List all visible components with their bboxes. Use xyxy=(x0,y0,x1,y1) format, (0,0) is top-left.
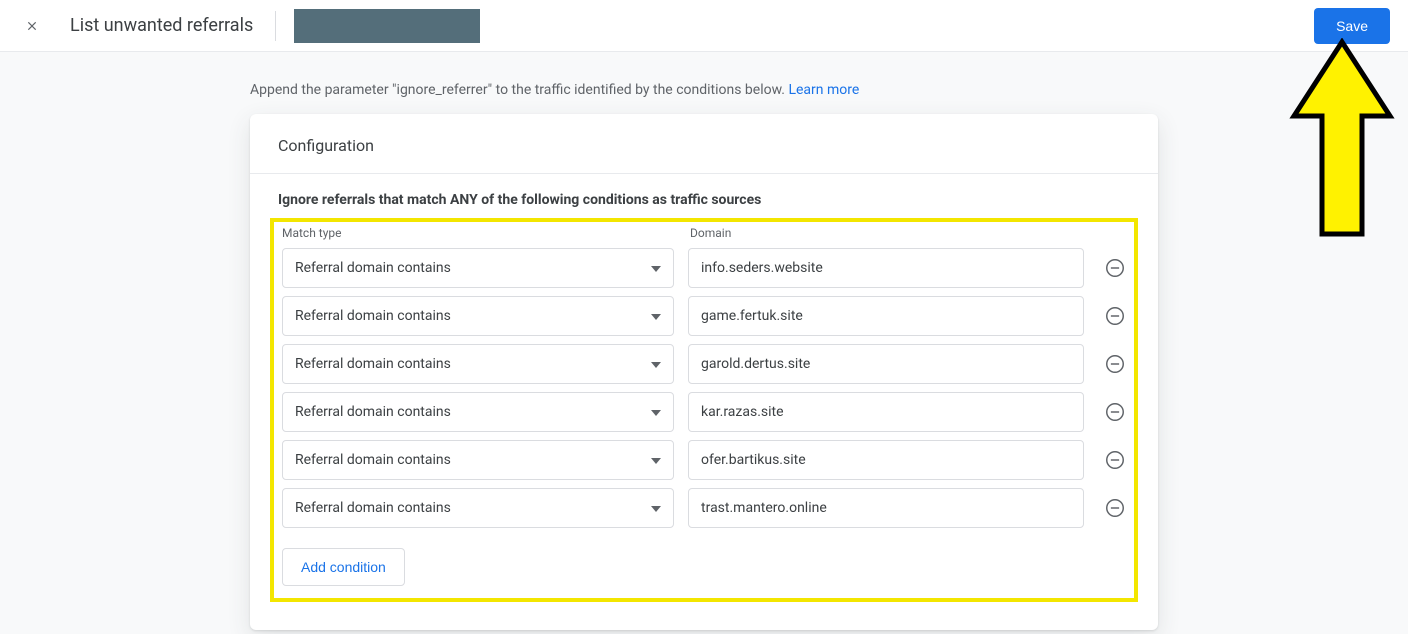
context-badge xyxy=(294,9,480,43)
match-type-select[interactable]: Referral domain contains xyxy=(282,248,674,288)
remove-condition-button[interactable] xyxy=(1104,305,1126,327)
remove-circle-icon xyxy=(1104,449,1126,471)
condition-row: Referral domain contains xyxy=(278,244,1130,292)
domain-input[interactable] xyxy=(688,392,1084,432)
remove-circle-icon xyxy=(1104,257,1126,279)
divider xyxy=(275,11,276,41)
remove-circle-icon xyxy=(1104,305,1126,327)
condition-row: Referral domain contains xyxy=(278,292,1130,340)
intro-body: Append the parameter "ignore_referrer" t… xyxy=(250,82,788,98)
chevron-down-icon xyxy=(651,356,661,372)
chevron-down-icon xyxy=(651,260,661,276)
column-match-type: Match type xyxy=(282,226,676,240)
remove-circle-icon xyxy=(1104,353,1126,375)
match-type-value: Referral domain contains xyxy=(295,308,451,324)
domain-input[interactable] xyxy=(688,344,1084,384)
match-type-select[interactable]: Referral domain contains xyxy=(282,392,674,432)
column-domain: Domain xyxy=(690,226,1088,240)
config-card: Configuration Ignore referrals that matc… xyxy=(250,114,1158,630)
chevron-down-icon xyxy=(651,308,661,324)
remove-condition-button[interactable] xyxy=(1104,497,1126,519)
condition-row: Referral domain contains xyxy=(278,436,1130,484)
intro-text: Append the parameter "ignore_referrer" t… xyxy=(250,52,1158,114)
add-condition-button[interactable]: Add condition xyxy=(282,548,405,586)
match-type-value: Referral domain contains xyxy=(295,260,451,276)
close-button[interactable] xyxy=(18,12,46,40)
card-heading: Configuration xyxy=(250,114,1158,174)
domain-input[interactable] xyxy=(688,296,1084,336)
save-button[interactable]: Save xyxy=(1314,8,1390,44)
domain-input[interactable] xyxy=(688,440,1084,480)
remove-condition-button[interactable] xyxy=(1104,401,1126,423)
conditions-highlight: Match type Domain Referral domain contai… xyxy=(270,218,1138,602)
condition-row: Referral domain contains xyxy=(278,388,1130,436)
domain-input[interactable] xyxy=(688,488,1084,528)
match-type-select[interactable]: Referral domain contains xyxy=(282,296,674,336)
remove-condition-button[interactable] xyxy=(1104,257,1126,279)
domain-input[interactable] xyxy=(688,248,1084,288)
page-title: List unwanted referrals xyxy=(70,15,253,36)
match-type-value: Referral domain contains xyxy=(295,452,451,468)
match-type-select[interactable]: Referral domain contains xyxy=(282,344,674,384)
condition-row: Referral domain contains xyxy=(278,340,1130,388)
chevron-down-icon xyxy=(651,500,661,516)
learn-more-link[interactable]: Learn more xyxy=(788,82,859,98)
match-type-select[interactable]: Referral domain contains xyxy=(282,440,674,480)
section-label: Ignore referrals that match ANY of the f… xyxy=(250,174,1158,208)
match-type-value: Referral domain contains xyxy=(295,500,451,516)
remove-condition-button[interactable] xyxy=(1104,353,1126,375)
workarea: Append the parameter "ignore_referrer" t… xyxy=(0,52,1408,634)
close-icon xyxy=(25,19,39,33)
match-type-value: Referral domain contains xyxy=(295,356,451,372)
chevron-down-icon xyxy=(651,452,661,468)
match-type-select[interactable]: Referral domain contains xyxy=(282,488,674,528)
topbar: List unwanted referrals Save xyxy=(0,0,1408,52)
remove-condition-button[interactable] xyxy=(1104,449,1126,471)
remove-circle-icon xyxy=(1104,401,1126,423)
remove-circle-icon xyxy=(1104,497,1126,519)
condition-row: Referral domain contains xyxy=(278,484,1130,532)
match-type-value: Referral domain contains xyxy=(295,404,451,420)
chevron-down-icon xyxy=(651,404,661,420)
